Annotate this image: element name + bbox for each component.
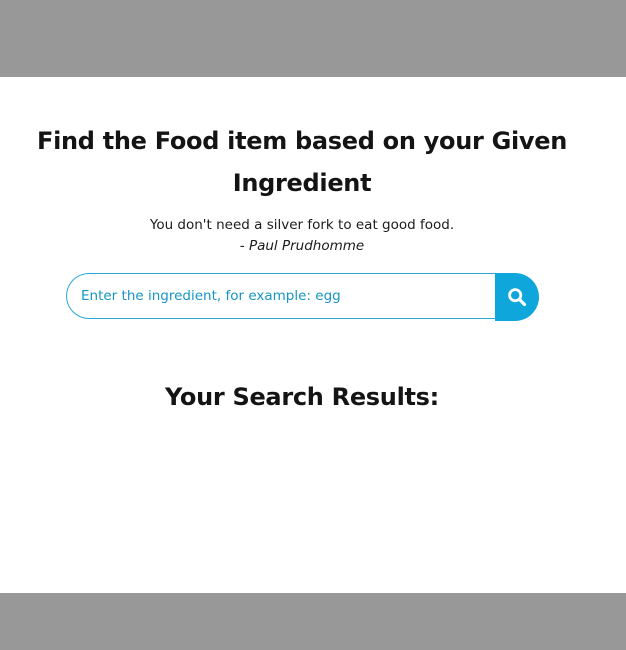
page: Find the Food item based on your Given I… — [0, 0, 626, 650]
top-overlay-band — [0, 0, 626, 77]
page-title-line-2: Ingredient — [232, 169, 372, 197]
main-content: Find the Food item based on your Given I… — [0, 77, 626, 593]
search-icon — [508, 288, 527, 307]
quote-author: - Paul Prudhomme — [239, 238, 365, 254]
search-form — [66, 273, 539, 321]
page-title: Find the Food item based on your Given I… — [0, 120, 604, 204]
quote-text: You don't need a silver fork to eat good… — [149, 217, 455, 233]
page-title-line-1: Find the Food item based on your Given — [36, 127, 568, 155]
search-button[interactable] — [495, 273, 539, 321]
results-heading: Your Search Results: — [165, 383, 439, 411]
ingredient-search-input[interactable] — [66, 273, 495, 319]
results-list — [66, 427, 539, 577]
quote-block: You don't need a silver fork to eat good… — [0, 215, 604, 257]
bottom-overlay-band — [0, 593, 626, 650]
